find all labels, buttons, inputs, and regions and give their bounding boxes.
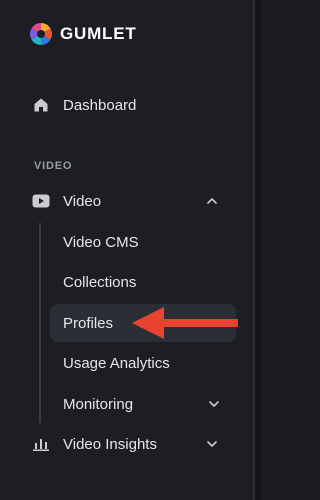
nav-item-video-insights[interactable]: Video Insights (24, 425, 236, 463)
chevron-down-icon[interactable] (206, 438, 218, 450)
chevron-down-icon[interactable] (208, 398, 220, 410)
gumlet-logo-icon (30, 23, 52, 45)
sub-item-label: Monitoring (63, 395, 134, 413)
brand-name: GUMLET (60, 24, 137, 43)
sub-item-label: Collections (63, 273, 137, 291)
youtube-icon (32, 192, 50, 210)
sub-item-collections[interactable]: Collections (50, 263, 236, 301)
nav-item-label: Dashboard (63, 96, 137, 114)
nav-item-label: Video Insights (63, 435, 157, 453)
sidebar: GUMLET Dashboard VIDEO Video Video CMS C… (0, 0, 253, 500)
sub-item-video-cms[interactable]: Video CMS (50, 223, 236, 261)
nav-item-video[interactable]: Video (24, 182, 236, 220)
brand-logo[interactable]: GUMLET (29, 22, 137, 46)
annotation-arrow-icon (132, 307, 238, 339)
sub-item-monitoring[interactable]: Monitoring (50, 385, 236, 423)
page-background-strip (255, 0, 261, 500)
chevron-up-icon[interactable] (206, 195, 218, 207)
bar-chart-icon (32, 435, 50, 453)
submenu-tree-line (39, 223, 41, 423)
nav-item-label: Video (63, 192, 102, 210)
section-label-video: VIDEO (34, 160, 73, 172)
home-icon (32, 96, 50, 114)
sub-item-usage-analytics[interactable]: Usage Analytics (50, 344, 236, 382)
sub-item-label: Video CMS (63, 233, 139, 251)
nav-item-dashboard[interactable]: Dashboard (24, 86, 236, 124)
sub-item-label: Usage Analytics (63, 354, 170, 372)
sub-item-label: Profiles (63, 314, 114, 332)
